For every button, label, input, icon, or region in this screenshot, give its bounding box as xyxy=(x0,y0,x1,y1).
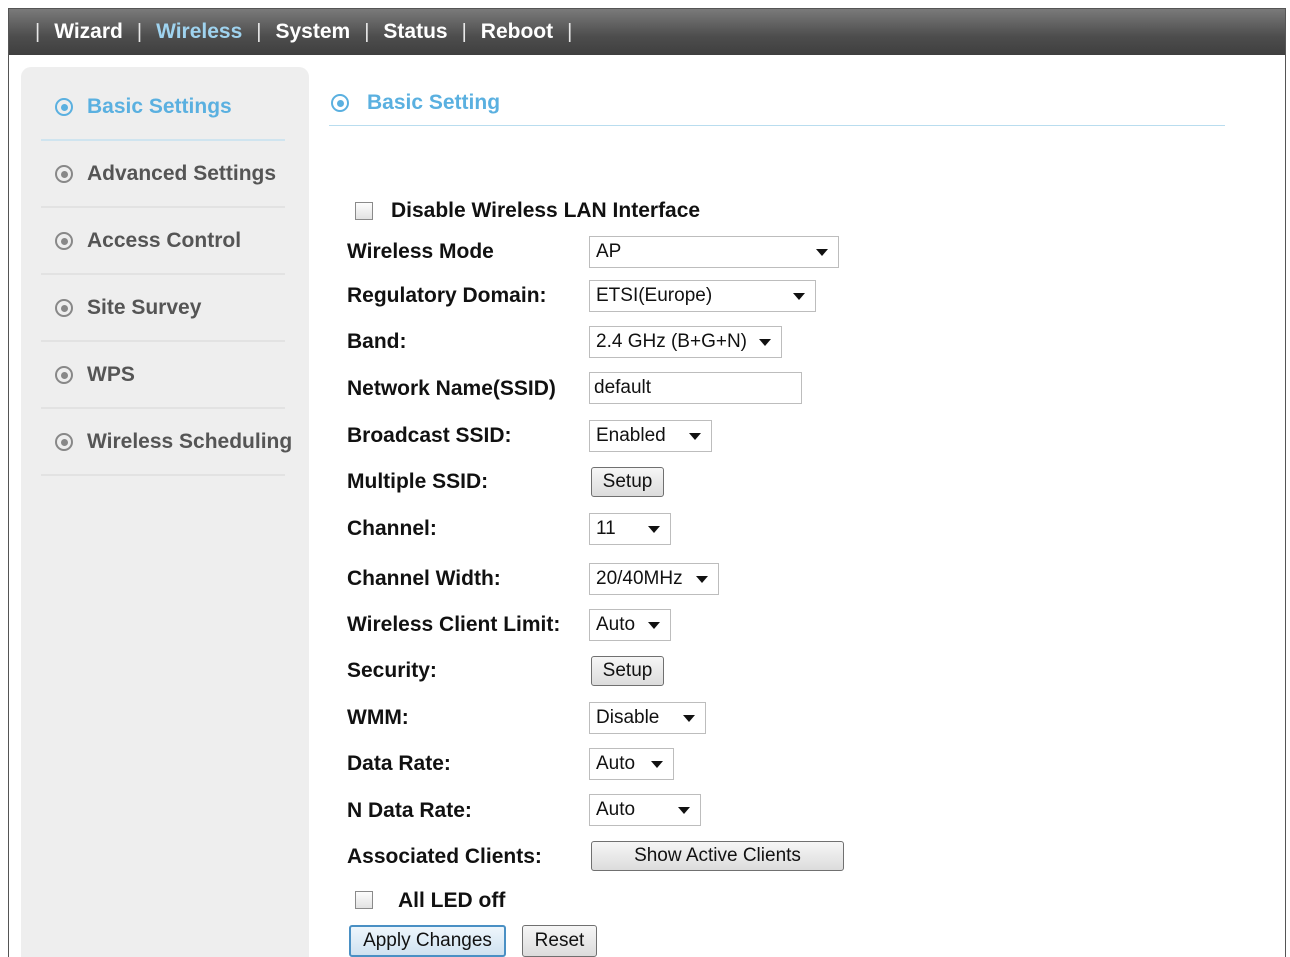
client-limit-select[interactable]: Auto xyxy=(589,609,671,641)
nav-item-reboot[interactable]: Reboot xyxy=(481,20,553,44)
multiple-ssid-label: Multiple SSID: xyxy=(347,470,489,493)
ssid-input[interactable]: default xyxy=(589,372,802,404)
sidebar-item-label: Advanced Settings xyxy=(87,162,277,185)
radio-bullet-icon xyxy=(55,299,73,317)
regulatory-domain-value: ETSI(Europe) xyxy=(596,285,713,306)
all-led-off-checkbox[interactable] xyxy=(355,891,373,909)
nav-separator: | xyxy=(461,20,467,43)
dropdown-arrow-icon xyxy=(696,575,708,583)
dropdown-arrow-icon xyxy=(648,621,660,629)
radio-bullet-icon xyxy=(55,98,73,116)
regulatory-domain-label: Regulatory Domain: xyxy=(347,284,547,307)
sidebar-item-advanced-settings[interactable]: Advanced Settings xyxy=(41,142,285,208)
dropdown-arrow-icon xyxy=(683,714,695,722)
disable-wlan-label: Disable Wireless LAN Interface xyxy=(391,199,701,222)
wmm-select[interactable]: Disable xyxy=(589,702,706,734)
sidebar-item-site-survey[interactable]: Site Survey xyxy=(41,276,285,342)
n-data-rate-value: Auto xyxy=(596,799,636,820)
section-title: Basic Setting xyxy=(329,81,1225,126)
disable-wlan-checkbox[interactable] xyxy=(355,202,373,220)
wireless-mode-value: AP xyxy=(596,241,622,262)
broadcast-ssid-label: Broadcast SSID: xyxy=(347,424,512,447)
top-navigation-bar: | Wizard | Wireless | System | Status | … xyxy=(9,9,1285,55)
dropdown-arrow-icon xyxy=(689,432,701,440)
sidebar-item-wireless-scheduling[interactable]: Wireless Scheduling xyxy=(41,410,292,476)
wmm-label: WMM: xyxy=(347,706,409,729)
radio-bullet-icon xyxy=(55,366,73,384)
client-limit-label: Wireless Client Limit: xyxy=(347,613,561,636)
channel-select[interactable]: 11 xyxy=(589,513,671,545)
nav-item-system[interactable]: System xyxy=(275,20,350,44)
dropdown-arrow-icon xyxy=(648,525,660,533)
nav-separator: | xyxy=(35,20,41,43)
n-data-rate-label: N Data Rate: xyxy=(347,799,472,822)
sidebar-item-access-control[interactable]: Access Control xyxy=(41,209,285,275)
data-rate-label: Data Rate: xyxy=(347,752,451,775)
band-label: Band: xyxy=(347,330,407,353)
dropdown-arrow-icon xyxy=(816,248,828,256)
sidebar-item-label: Access Control xyxy=(87,229,242,252)
channel-value: 11 xyxy=(596,518,616,539)
dropdown-arrow-icon xyxy=(793,292,805,300)
wireless-mode-select[interactable]: AP xyxy=(589,236,839,268)
security-label: Security: xyxy=(347,659,437,682)
wireless-mode-label: Wireless Mode xyxy=(347,240,494,263)
channel-width-select[interactable]: 20/40MHz xyxy=(589,563,719,595)
radio-bullet-icon xyxy=(55,433,73,451)
broadcast-ssid-select[interactable]: Enabled xyxy=(589,420,712,452)
channel-width-label: Channel Width: xyxy=(347,567,501,590)
sidebar: Basic Settings Advanced Settings Access … xyxy=(21,67,309,957)
band-select[interactable]: 2.4 GHz (B+G+N) xyxy=(589,326,782,358)
radio-bullet-icon xyxy=(55,165,73,183)
sidebar-item-wps[interactable]: WPS xyxy=(41,343,285,409)
nav-item-wireless[interactable]: Wireless xyxy=(156,20,242,44)
section-bullet-icon xyxy=(331,94,349,112)
regulatory-domain-select[interactable]: ETSI(Europe) xyxy=(589,280,816,312)
band-value: 2.4 GHz (B+G+N) xyxy=(596,331,747,352)
n-data-rate-select[interactable]: Auto xyxy=(589,794,701,826)
multiple-ssid-setup-button[interactable]: Setup xyxy=(591,467,664,497)
channel-label: Channel: xyxy=(347,517,437,540)
ssid-label: Network Name(SSID) xyxy=(347,377,556,400)
dropdown-arrow-icon xyxy=(678,806,690,814)
section-title-text: Basic Setting xyxy=(367,91,501,114)
sidebar-item-label: Site Survey xyxy=(87,296,202,319)
associated-clients-label: Associated Clients: xyxy=(347,845,542,868)
nav-separator: | xyxy=(256,20,262,43)
apply-changes-button[interactable]: Apply Changes xyxy=(349,925,506,957)
data-rate-value: Auto xyxy=(596,753,636,774)
router-admin-window: | Wizard | Wireless | System | Status | … xyxy=(8,8,1286,957)
nav-separator: | xyxy=(136,20,143,43)
security-setup-button[interactable]: Setup xyxy=(591,656,664,686)
nav-item-status[interactable]: Status xyxy=(383,20,447,44)
dropdown-arrow-icon xyxy=(651,760,663,768)
radio-bullet-icon xyxy=(55,232,73,250)
reset-button[interactable]: Reset xyxy=(522,925,597,957)
broadcast-ssid-value: Enabled xyxy=(596,425,666,446)
nav-separator: | xyxy=(364,20,370,43)
nav-separator: | xyxy=(567,20,573,43)
dropdown-arrow-icon xyxy=(759,338,771,346)
sidebar-item-label: WPS xyxy=(87,363,135,386)
sidebar-item-label: Wireless Scheduling xyxy=(87,430,293,453)
sidebar-item-label: Basic Settings xyxy=(87,95,232,118)
channel-width-value: 20/40MHz xyxy=(596,568,683,589)
all-led-off-label: All LED off xyxy=(398,889,506,912)
nav-item-wizard[interactable]: Wizard xyxy=(54,20,123,44)
sidebar-item-basic-settings[interactable]: Basic Settings xyxy=(41,75,285,141)
wmm-value: Disable xyxy=(596,707,660,728)
show-active-clients-button[interactable]: Show Active Clients xyxy=(591,841,844,871)
client-limit-value: Auto xyxy=(596,614,636,635)
data-rate-select[interactable]: Auto xyxy=(589,748,674,780)
